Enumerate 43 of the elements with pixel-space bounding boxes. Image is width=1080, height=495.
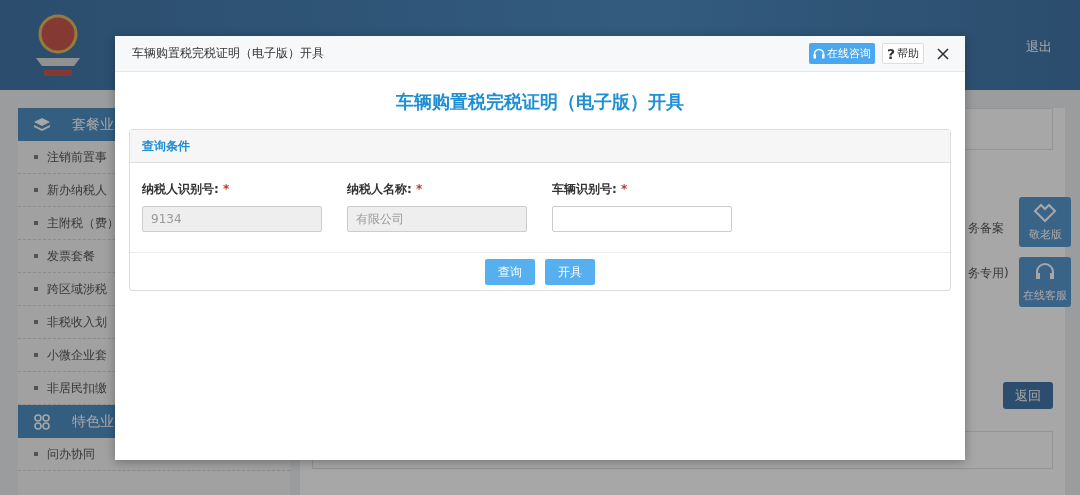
dialog-title: 车辆购置税完税证明（电子版）开具 [132, 45, 325, 62]
sidebar-item[interactable]: 小微企业套 [47, 346, 107, 364]
logout-link[interactable]: 退出 [1026, 38, 1052, 56]
bullet-icon [34, 386, 38, 390]
help-icon: ? [886, 45, 895, 62]
field-label: 纳税人名称: [347, 182, 412, 196]
sidebar-item[interactable]: 非居民扣缴 [47, 379, 107, 397]
headset-icon [812, 47, 825, 60]
sidebar-item[interactable]: 问办协同 [47, 445, 95, 463]
section-title: 特色业 [72, 412, 114, 431]
content-text: 务专用) [968, 265, 1009, 282]
bullet-icon [34, 254, 38, 258]
bullet-icon [34, 221, 38, 225]
input-field[interactable] [552, 206, 732, 232]
float-button[interactable]: 敬老版 [1019, 197, 1071, 247]
online-consult-button[interactable]: 在线咨询 [808, 43, 875, 64]
sidebar-item[interactable]: 发票套餐 [47, 247, 95, 265]
sidebar-item[interactable]: 跨区域涉税 [47, 280, 107, 298]
required-mark: * [416, 182, 423, 196]
dialog-heading: 车辆购置税完税证明（电子版）开具 [395, 90, 685, 114]
bullet-icon [34, 188, 38, 192]
content-text: 务备案 [968, 220, 1004, 237]
field-label: 车辆识别号: [552, 182, 617, 196]
required-mark: * [621, 182, 628, 196]
clover-icon [34, 413, 50, 430]
section-title: 套餐业 [72, 115, 114, 134]
bullet-icon [34, 155, 38, 159]
bullet-icon [34, 452, 38, 456]
back-button[interactable]: 返回 [1003, 382, 1053, 409]
bullet-icon [34, 287, 38, 291]
help-button[interactable]: ?帮助 [881, 43, 924, 64]
bullet-icon [34, 353, 38, 357]
sidebar-item[interactable]: 注销前置事 [47, 148, 107, 166]
float-button[interactable]: 在线客服 [1019, 257, 1071, 307]
field-label: 纳税人识别号: [142, 182, 219, 196]
sidebar-item[interactable]: 非税收入划 [47, 313, 107, 331]
panel-title: 查询条件 [142, 137, 190, 155]
bullet-icon [34, 320, 38, 324]
sidebar-item[interactable]: 主附税（费） [47, 214, 119, 232]
layers-icon [34, 117, 50, 132]
required-mark: * [223, 182, 230, 196]
close-icon[interactable] [937, 47, 949, 60]
sidebar-item[interactable]: 新办纳税人 [47, 181, 107, 199]
